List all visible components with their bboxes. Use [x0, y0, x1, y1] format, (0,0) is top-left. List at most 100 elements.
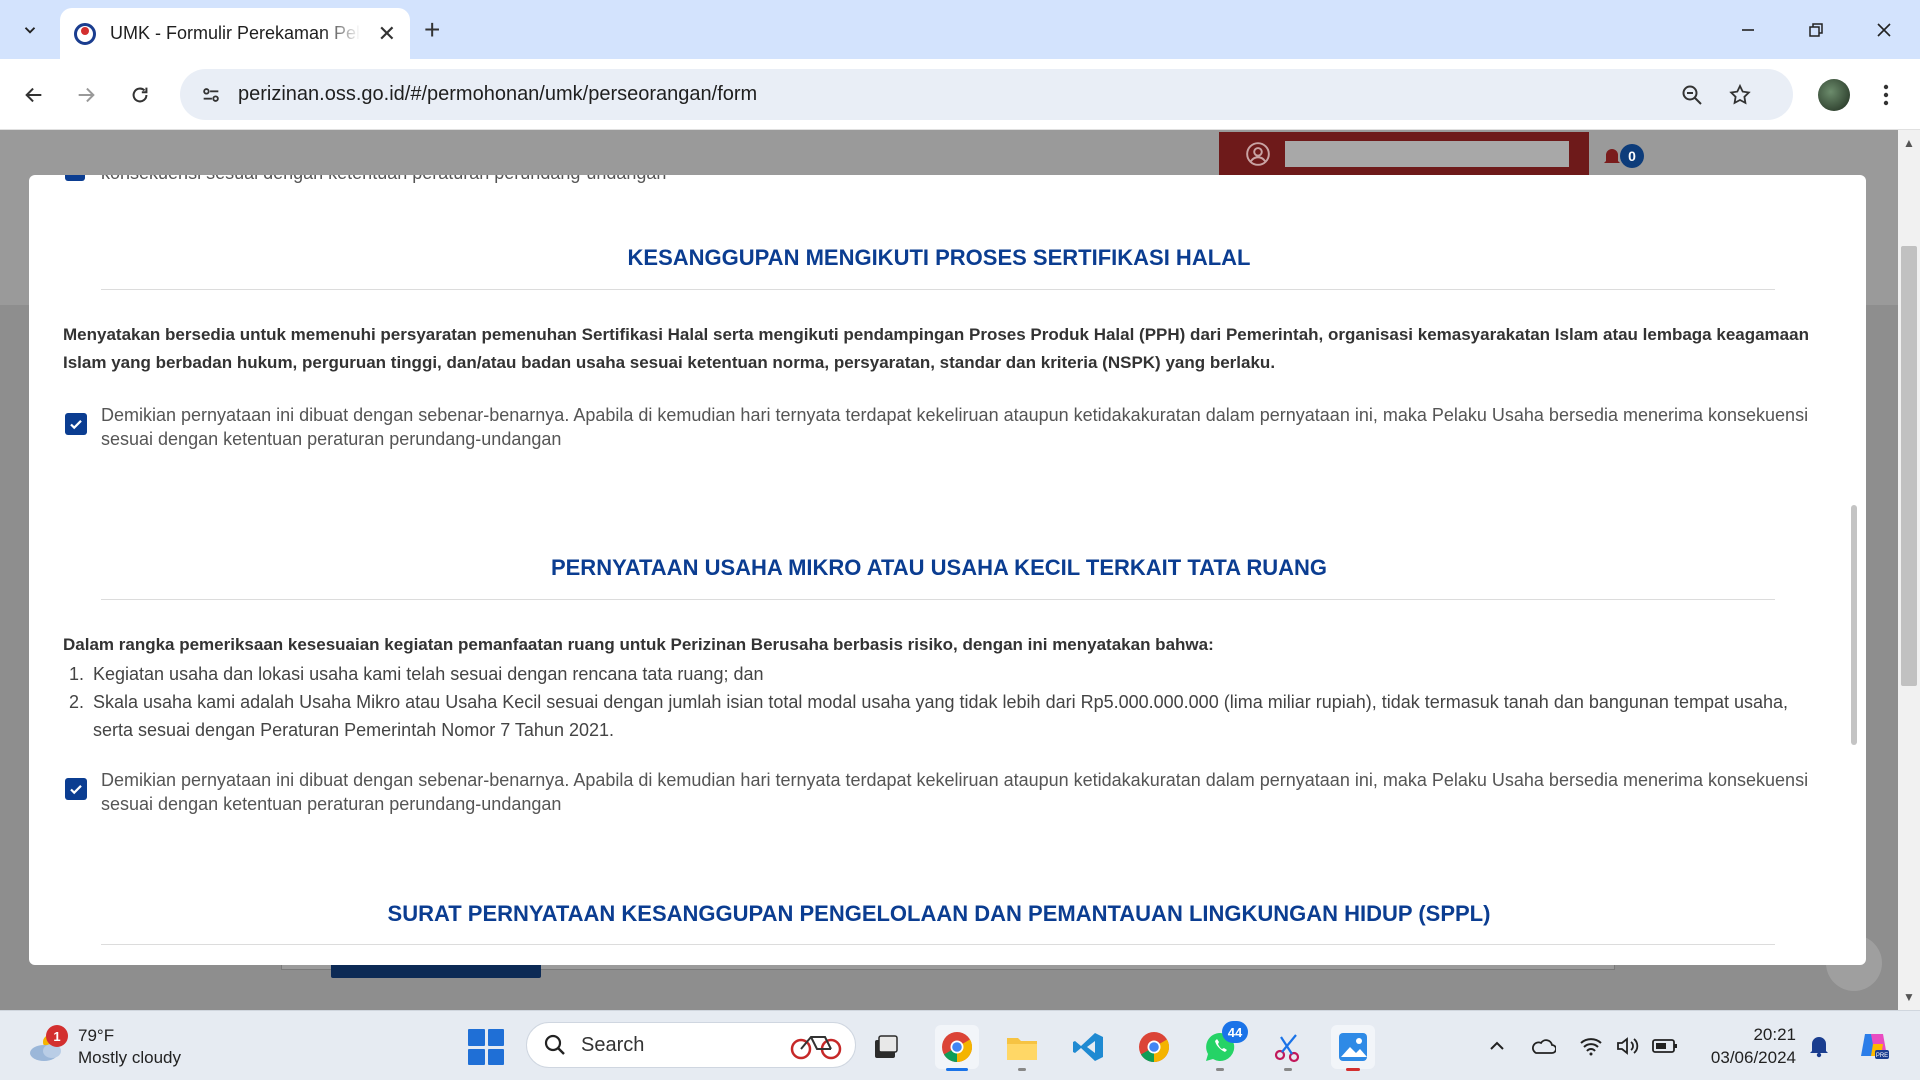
- site-settings-icon[interactable]: [196, 80, 226, 110]
- tab-search-button[interactable]: [12, 12, 48, 48]
- notification-count-badge: 0: [1620, 144, 1644, 168]
- weather-widget[interactable]: 1 79°F Mostly cloudy: [26, 1025, 181, 1069]
- whatsapp-indicator: [1216, 1068, 1224, 1071]
- whatsapp-unread-badge: 44: [1222, 1021, 1248, 1043]
- statement-modal: konsekuensi sesuai dengan ketentuan pera…: [29, 175, 1866, 965]
- address-bar[interactable]: perizinan.oss.go.id/#/permohonan/umk/per…: [180, 69, 1793, 120]
- chevron-down-icon: [24, 27, 36, 34]
- checkmark-icon: [70, 785, 82, 795]
- snipping-tool-app[interactable]: [1266, 1025, 1310, 1069]
- cloud-sun-icon: 1: [26, 1025, 68, 1063]
- close-icon: [1877, 23, 1891, 37]
- clock-date: 03/06/2024: [1710, 1048, 1796, 1067]
- weather-temp: 79°F: [78, 1026, 115, 1045]
- clipped-agreement-text: konsekuensi sesuai dengan ketentuan pera…: [101, 175, 666, 184]
- scroll-up-icon[interactable]: ▲: [1903, 136, 1915, 150]
- task-view-icon: [875, 1035, 898, 1058]
- photos-active-indicator: [1346, 1068, 1360, 1071]
- battery-icon[interactable]: [1652, 1033, 1678, 1059]
- minimize-button[interactable]: [1718, 10, 1778, 50]
- photos-icon: [1339, 1033, 1367, 1061]
- url-text[interactable]: perizinan.oss.go.id/#/permohonan/umk/per…: [238, 83, 757, 106]
- notification-center-icon[interactable]: [1806, 1033, 1832, 1059]
- explorer-indicator: [1018, 1068, 1026, 1071]
- tab-close-icon[interactable]: ✕: [378, 21, 396, 47]
- taskbar-search[interactable]: Search: [526, 1022, 856, 1068]
- tray-overflow-icon[interactable]: [1484, 1033, 1510, 1059]
- zoom-icon[interactable]: [1678, 81, 1706, 109]
- chrome-active-indicator: [946, 1068, 968, 1071]
- snipping-indicator: [1284, 1068, 1292, 1071]
- chrome-icon: [1139, 1032, 1170, 1062]
- restore-icon: [1809, 23, 1823, 37]
- halal-agreement-row[interactable]: Demikian pernyataan ini dibuat dengan se…: [65, 403, 1835, 451]
- divider: [101, 289, 1775, 290]
- wifi-icon[interactable]: [1578, 1033, 1604, 1059]
- tab-strip: UMK - Formulir Perekaman Pelaku Usaha ✕ …: [0, 0, 1920, 59]
- scissors-icon: [1274, 1034, 1300, 1063]
- search-label: Search: [581, 1033, 645, 1056]
- divider: [101, 599, 1775, 600]
- svg-text:PRE: PRE: [1876, 1053, 1888, 1059]
- volume-icon[interactable]: [1614, 1033, 1640, 1059]
- forward-button[interactable]: [66, 75, 106, 115]
- browser-menu-button[interactable]: [1876, 77, 1896, 113]
- windows-taskbar: 1 79°F Mostly cloudy Search 44 20:21 03/…: [0, 1010, 1920, 1080]
- minimize-icon: [1742, 29, 1754, 31]
- weather-alert-badge: 1: [46, 1025, 68, 1047]
- close-window-button[interactable]: [1854, 10, 1914, 50]
- tata-ruang-agreement-row[interactable]: Demikian pernyataan ini dibuat dengan se…: [65, 768, 1835, 816]
- section-title-sppl: SURAT PERNYATAAN KESANGGUPAN PENGELOLAAN…: [387, 901, 1491, 926]
- scroll-down-icon[interactable]: ▼: [1903, 990, 1915, 1004]
- oss-favicon-icon: [74, 22, 96, 45]
- section-title-tata-ruang: PERNYATAAN USAHA MIKRO ATAU USAHA KECIL …: [550, 555, 1328, 580]
- reload-icon: [132, 87, 148, 103]
- new-tab-button[interactable]: +: [424, 14, 440, 46]
- vscode-icon: [1073, 1033, 1103, 1061]
- chrome-profile-app[interactable]: [1132, 1025, 1176, 1069]
- active-tab[interactable]: UMK - Formulir Perekaman Pelaku Usaha ✕: [60, 8, 410, 59]
- tata-ruang-agreement-text: Demikian pernyataan ini dibuat dengan se…: [101, 770, 1809, 814]
- start-button[interactable]: [468, 1029, 504, 1065]
- system-clock[interactable]: 20:21 03/06/2024: [1700, 1023, 1796, 1069]
- list-item: 2. Skala usaha kami adalah Usaha Mikro at…: [69, 692, 1789, 740]
- copilot-icon[interactable]: PRE: [1856, 1027, 1892, 1063]
- restore-button[interactable]: [1786, 10, 1846, 50]
- weather-desc: Mostly cloudy: [78, 1048, 181, 1067]
- onedrive-icon[interactable]: [1530, 1033, 1556, 1059]
- halal-statement: Menyatakan bersedia untuk memenuhi persy…: [63, 325, 1809, 372]
- user-circle-icon: [1246, 142, 1270, 166]
- folder-icon: [1007, 1038, 1037, 1060]
- modal-scrollbar-thumb[interactable]: [1851, 505, 1857, 745]
- vscode-app[interactable]: [1066, 1025, 1110, 1069]
- browser-toolbar: perizinan.oss.go.id/#/permohonan/umk/per…: [0, 59, 1920, 130]
- chrome-app[interactable]: [935, 1025, 979, 1069]
- bicycle-icon: [790, 1036, 842, 1060]
- chrome-icon: [942, 1032, 973, 1062]
- tata-ruang-list: 1. Kegiatan usaha dan lokasi usaha kami t…: [63, 660, 1819, 744]
- reload-button[interactable]: [120, 75, 160, 115]
- halal-agreement-text: Demikian pernyataan ini dibuat dengan se…: [101, 405, 1809, 449]
- tab-title: UMK - Formulir Perekaman Pelaku Usaha: [110, 23, 360, 43]
- list-item: 1. Kegiatan usaha dan lokasi usaha kami t…: [69, 664, 764, 684]
- user-menu[interactable]: [1219, 132, 1589, 176]
- user-name-redacted: [1285, 141, 1569, 167]
- more-vert-icon: [1883, 84, 1889, 106]
- arrow-left-icon: [25, 87, 42, 103]
- search-icon: [544, 1034, 565, 1055]
- scrollbar-thumb[interactable]: [1901, 246, 1917, 686]
- page-scrollbar[interactable]: ▲ ▼: [1898, 130, 1920, 1010]
- checkmark-icon: [70, 420, 82, 430]
- clock-time: 20:21: [1753, 1025, 1796, 1044]
- photos-app[interactable]: [1331, 1025, 1375, 1069]
- clipped-checkbox[interactable]: [65, 175, 85, 181]
- section-title-halal: KESANGGUPAN MENGIKUTI PROSES SERTIFIKASI…: [627, 245, 1251, 270]
- back-button[interactable]: [14, 75, 54, 115]
- bookmark-star-icon[interactable]: [1726, 81, 1754, 109]
- profile-avatar[interactable]: [1818, 79, 1850, 111]
- divider: [101, 944, 1775, 945]
- halal-agreement-checkbox[interactable]: [65, 413, 87, 435]
- tata-ruang-agreement-checkbox[interactable]: [65, 778, 87, 800]
- task-view-app[interactable]: [864, 1025, 908, 1069]
- file-explorer-app[interactable]: [1000, 1025, 1044, 1069]
